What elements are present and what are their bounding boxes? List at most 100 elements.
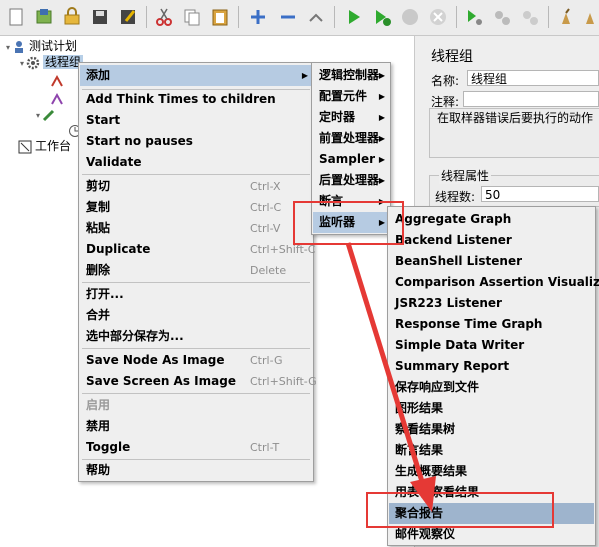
sampler-icon [50, 92, 64, 106]
submenu-arrow-icon: ▶ [378, 155, 385, 164]
menu-item-save-screen-image[interactable]: Save Screen As Image Ctrl+Shift-G [80, 371, 317, 392]
menu-item-toggle[interactable]: Toggle Ctrl-T [80, 437, 312, 458]
listener-jsr223[interactable]: JSR223 Listener [389, 293, 594, 314]
pencil-icon [42, 108, 56, 122]
threads-label: 线程数: [435, 190, 476, 204]
name-label: 名称: [431, 74, 460, 88]
context-menu: 添加 ▶ Add Think Times to children Start St… [78, 62, 317, 482]
panel-title: 线程组 [431, 49, 473, 65]
listener-aggregate-graph[interactable]: Aggregate Graph [389, 209, 594, 230]
submenu-item-pre-processor[interactable]: 前置处理器 ▶ [313, 128, 389, 149]
name-field[interactable]: 线程组 [467, 70, 599, 86]
save-icon[interactable] [88, 5, 112, 29]
listener-beanshell[interactable]: BeanShell Listener [389, 251, 594, 272]
add-submenu: 逻辑控制器 ▶ 配置元件 ▶ 定时器 ▶ 前置处理器 ▶ Sampler ▶ 后置处理器 ▶… [311, 62, 391, 235]
submenu-arrow-icon: ▶ [301, 71, 308, 80]
test-plan-icon [12, 40, 26, 54]
clear-icon[interactable] [554, 5, 578, 29]
start-icon[interactable] [342, 5, 366, 29]
remote-exit-icon[interactable] [518, 5, 542, 29]
menu-item-start[interactable]: Start [80, 110, 312, 131]
listener-comparison-assertion[interactable]: Comparison Assertion Visualizer [389, 272, 599, 293]
submenu-arrow-icon: ▶ [378, 113, 385, 122]
menu-item-validate[interactable]: Validate [80, 152, 312, 173]
submenu-arrow-icon: ▶ [378, 92, 385, 101]
menu-item-delete[interactable]: 删除 Delete [80, 260, 312, 281]
tree-node-sampler-1[interactable] [50, 72, 67, 88]
workbench-icon [18, 140, 32, 154]
listener-graph-results[interactable]: 图形结果 [389, 398, 594, 419]
submenu-arrow-icon: ▶ [378, 134, 385, 143]
menu-item-merge[interactable]: 合并 [80, 305, 312, 326]
listener-backend[interactable]: Backend Listener [389, 230, 594, 251]
templates-icon[interactable] [32, 5, 56, 29]
menu-item-help[interactable]: 帮助 [80, 460, 312, 481]
submenu-item-listener[interactable]: 监听器 ▶ [313, 212, 389, 233]
thread-props-title: 线程属性 [439, 167, 492, 184]
tree-node-sampler-2[interactable] [50, 90, 67, 106]
new-icon[interactable] [4, 5, 28, 29]
collapse-icon[interactable] [276, 5, 300, 29]
submenu-item-config-element[interactable]: 配置元件 ▶ [313, 86, 389, 107]
menu-item-start-no-pauses[interactable]: Start no pauses [80, 131, 312, 152]
submenu-arrow-icon: ▶ [378, 197, 385, 206]
listener-assertion-results[interactable]: 断言结果 [389, 440, 594, 461]
save-as-icon[interactable] [116, 5, 140, 29]
start-no-pause-icon[interactable] [370, 5, 394, 29]
listener-save-responses[interactable]: 保存响应到文件 [389, 377, 594, 398]
tree-node-workbench[interactable]: 工作台 [18, 138, 71, 154]
menu-item-open[interactable]: 打开... [80, 284, 312, 305]
menu-item-add-think-times[interactable]: Add Think Times to children [80, 89, 312, 110]
toggle-icon[interactable] [304, 5, 328, 29]
menu-item-save-node-image[interactable]: Save Node As Image Ctrl-G [80, 350, 312, 371]
error-action-label: 在取样器错误后要执行的动作 [437, 111, 594, 125]
menu-separator [82, 282, 310, 283]
paste-icon[interactable] [208, 5, 232, 29]
toolbar [0, 0, 599, 36]
submenu-item-timer[interactable]: 定时器 ▶ [313, 107, 389, 128]
tree-node-test-plan[interactable]: ▾ 测试计划 [6, 38, 77, 54]
shutdown-icon[interactable] [426, 5, 450, 29]
menu-item-enable: 启用 [86, 398, 111, 412]
listener-generate-summary[interactable]: 生成概要结果 [389, 461, 594, 482]
submenu-item-assertion[interactable]: 断言 ▶ [313, 191, 389, 212]
copy-icon[interactable] [180, 5, 204, 29]
menu-item-duplicate[interactable]: Duplicate Ctrl+Shift-C [80, 239, 315, 260]
listener-simple-data-writer[interactable]: Simple Data Writer [389, 335, 594, 356]
cut-icon[interactable] [152, 5, 176, 29]
listener-view-results-table[interactable]: 用表格察看结果 [389, 482, 594, 503]
menu-item-cut[interactable]: 剪切 Ctrl-X [80, 176, 312, 197]
menu-separator [82, 393, 310, 394]
submenu-arrow-icon: ▶ [378, 218, 385, 227]
menu-separator [82, 348, 310, 349]
gear-icon [26, 56, 40, 70]
tree-node-sampler-3[interactable]: ▾ [36, 106, 59, 122]
listener-summary-report[interactable]: Summary Report [389, 356, 594, 377]
listener-aggregate-report[interactable]: 聚合报告 [389, 503, 594, 524]
submenu-arrow-icon: ▶ [378, 176, 385, 185]
open-icon[interactable] [60, 5, 84, 29]
expand-icon[interactable] [246, 5, 270, 29]
remote-stop-icon[interactable] [490, 5, 514, 29]
threads-field[interactable]: 50 [481, 186, 599, 202]
listener-submenu: Aggregate Graph Backend Listener BeanShe… [387, 206, 599, 546]
listener-view-results-tree[interactable]: 察看结果树 [389, 419, 594, 440]
listener-response-time-graph[interactable]: Response Time Graph [389, 314, 594, 335]
listener-mailer-visualizer[interactable]: 邮件观察仪 [389, 524, 594, 545]
menu-item-paste[interactable]: 粘贴 Ctrl-V [80, 218, 312, 239]
menu-item-copy[interactable]: 复制 Ctrl-C [80, 197, 312, 218]
comment-field[interactable] [463, 91, 599, 107]
remote-start-icon[interactable] [462, 5, 486, 29]
menu-item-disable[interactable]: 禁用 [80, 416, 312, 437]
stop-icon[interactable] [398, 5, 422, 29]
menu-item-add[interactable]: 添加 ▶ [80, 65, 312, 86]
clear-all-icon[interactable] [580, 5, 599, 29]
submenu-item-logic-controller[interactable]: 逻辑控制器 ▶ [313, 65, 389, 86]
menu-separator [82, 174, 310, 175]
tree-node-thread-group[interactable]: ▾ 线程组 [20, 54, 84, 70]
submenu-item-post-processor[interactable]: 后置处理器 ▶ [313, 170, 389, 191]
submenu-arrow-icon: ▶ [378, 71, 385, 80]
submenu-item-sampler[interactable]: Sampler ▶ [313, 149, 389, 170]
menu-item-save-selection[interactable]: 选中部分保存为... [80, 326, 312, 347]
sampler-icon [50, 74, 64, 88]
